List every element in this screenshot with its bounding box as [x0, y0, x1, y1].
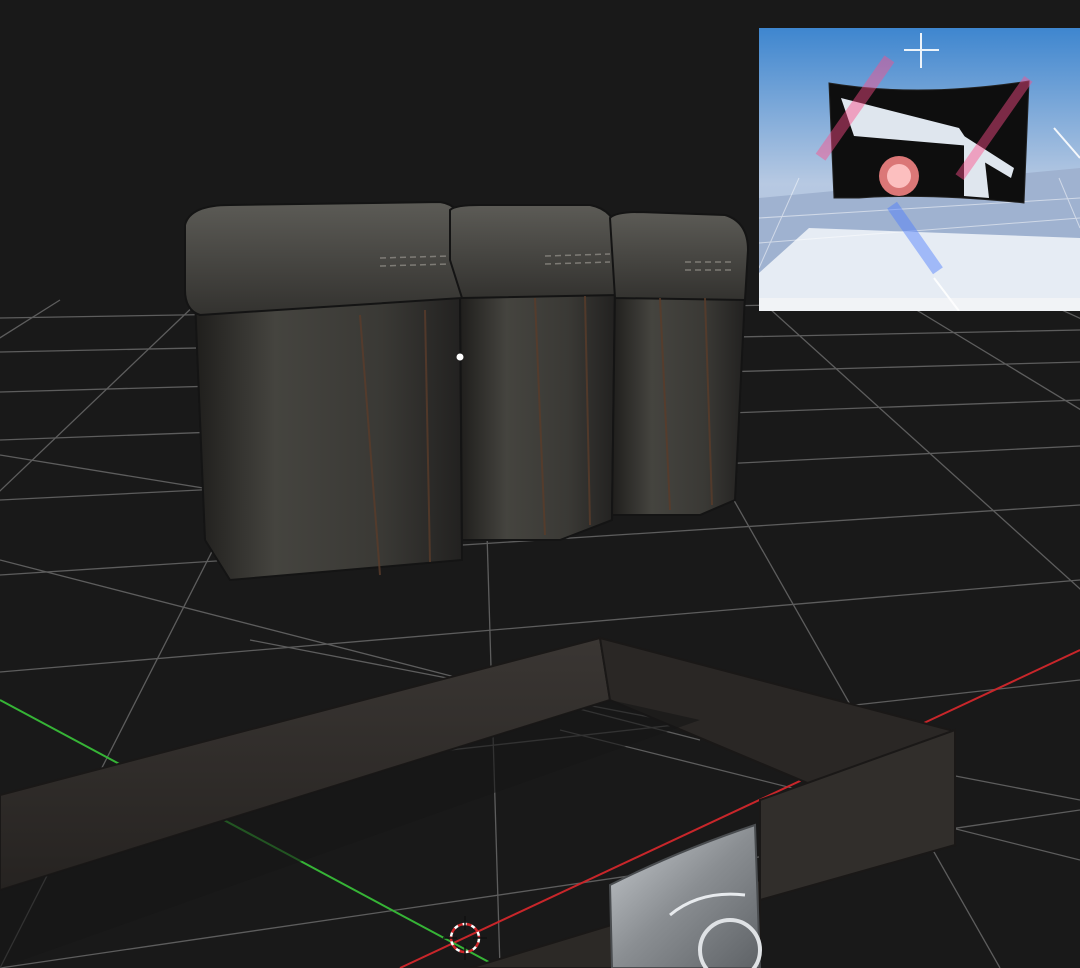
belt-buckle-model[interactable]: [608, 823, 762, 968]
3d-viewport[interactable]: [0, 0, 1080, 968]
ammo-pouch-model[interactable]: [184, 200, 750, 582]
origin-point: [456, 353, 464, 361]
flag-preview: [759, 28, 1080, 311]
